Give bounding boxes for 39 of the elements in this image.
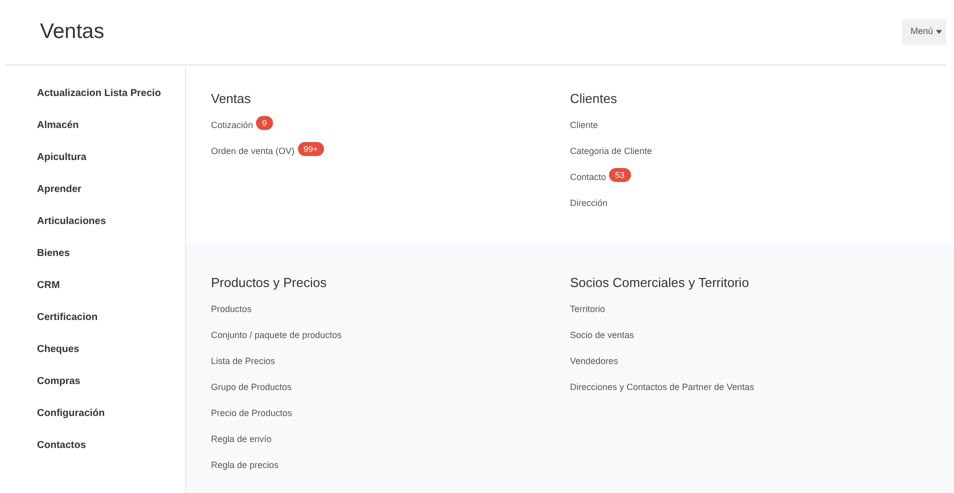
section-title: Clientes: [570, 90, 618, 108]
menu-link[interactable]: Precio de Productos: [211, 406, 292, 420]
count-badge: 99+: [298, 142, 324, 156]
sidebar-item[interactable]: CRM: [37, 278, 185, 310]
sidebar-item[interactable]: Articulaciones: [37, 214, 185, 246]
sidebar-item[interactable]: Bienes: [37, 246, 185, 278]
sidebar-item[interactable]: Configuración: [37, 406, 185, 438]
menu-link[interactable]: Cotización: [211, 118, 254, 132]
sidebar-item[interactable]: Cheques: [37, 342, 185, 374]
menu-link[interactable]: Dirección: [570, 196, 608, 210]
menu-link[interactable]: Lista de Precios: [211, 354, 276, 368]
menu-link[interactable]: Orden de venta (OV): [211, 144, 295, 158]
sidebar-item[interactable]: Aprender: [37, 182, 185, 214]
sidebar-item[interactable]: Apicultura: [37, 150, 185, 182]
menu-link[interactable]: Regla de precios: [211, 458, 279, 472]
count-badge: 53: [609, 168, 630, 182]
menu-link[interactable]: Vendedores: [570, 354, 618, 368]
caret-icon: [936, 30, 942, 34]
menu-link[interactable]: Socio de ventas: [570, 328, 634, 342]
menu-link[interactable]: Grupo de Productos: [211, 380, 292, 394]
sidebar-item[interactable]: Almacén: [37, 118, 185, 150]
menu-button[interactable]: Menú: [902, 19, 946, 45]
sidebar-item[interactable]: Compras: [37, 374, 185, 406]
menu-link[interactable]: Territorio: [570, 302, 606, 316]
menu-link[interactable]: Cliente: [570, 118, 598, 132]
page-title: Ventas: [40, 19, 104, 46]
sidebar-item[interactable]: Actualizacion Lista Precio: [37, 86, 185, 118]
sidebar-item[interactable]: Contactos: [37, 438, 185, 470]
count-badge: 9: [256, 116, 273, 130]
menu-link[interactable]: Regla de envío: [211, 432, 272, 446]
sidebar-item[interactable]: Certificacion: [37, 310, 185, 342]
section-title: Socios Comerciales y Territorio: [570, 274, 750, 292]
section-title: Ventas: [211, 90, 252, 108]
section-title: Productos y Precios: [211, 274, 328, 292]
menu-link[interactable]: Productos: [211, 302, 252, 316]
menu-link[interactable]: Direcciones y Contactos de Partner de Ventas: [570, 380, 754, 394]
menu-link[interactable]: Conjunto / paquete de productos: [211, 328, 342, 342]
menu-link[interactable]: Contacto: [570, 170, 606, 184]
menu-link[interactable]: Categoria de Cliente: [570, 144, 652, 158]
